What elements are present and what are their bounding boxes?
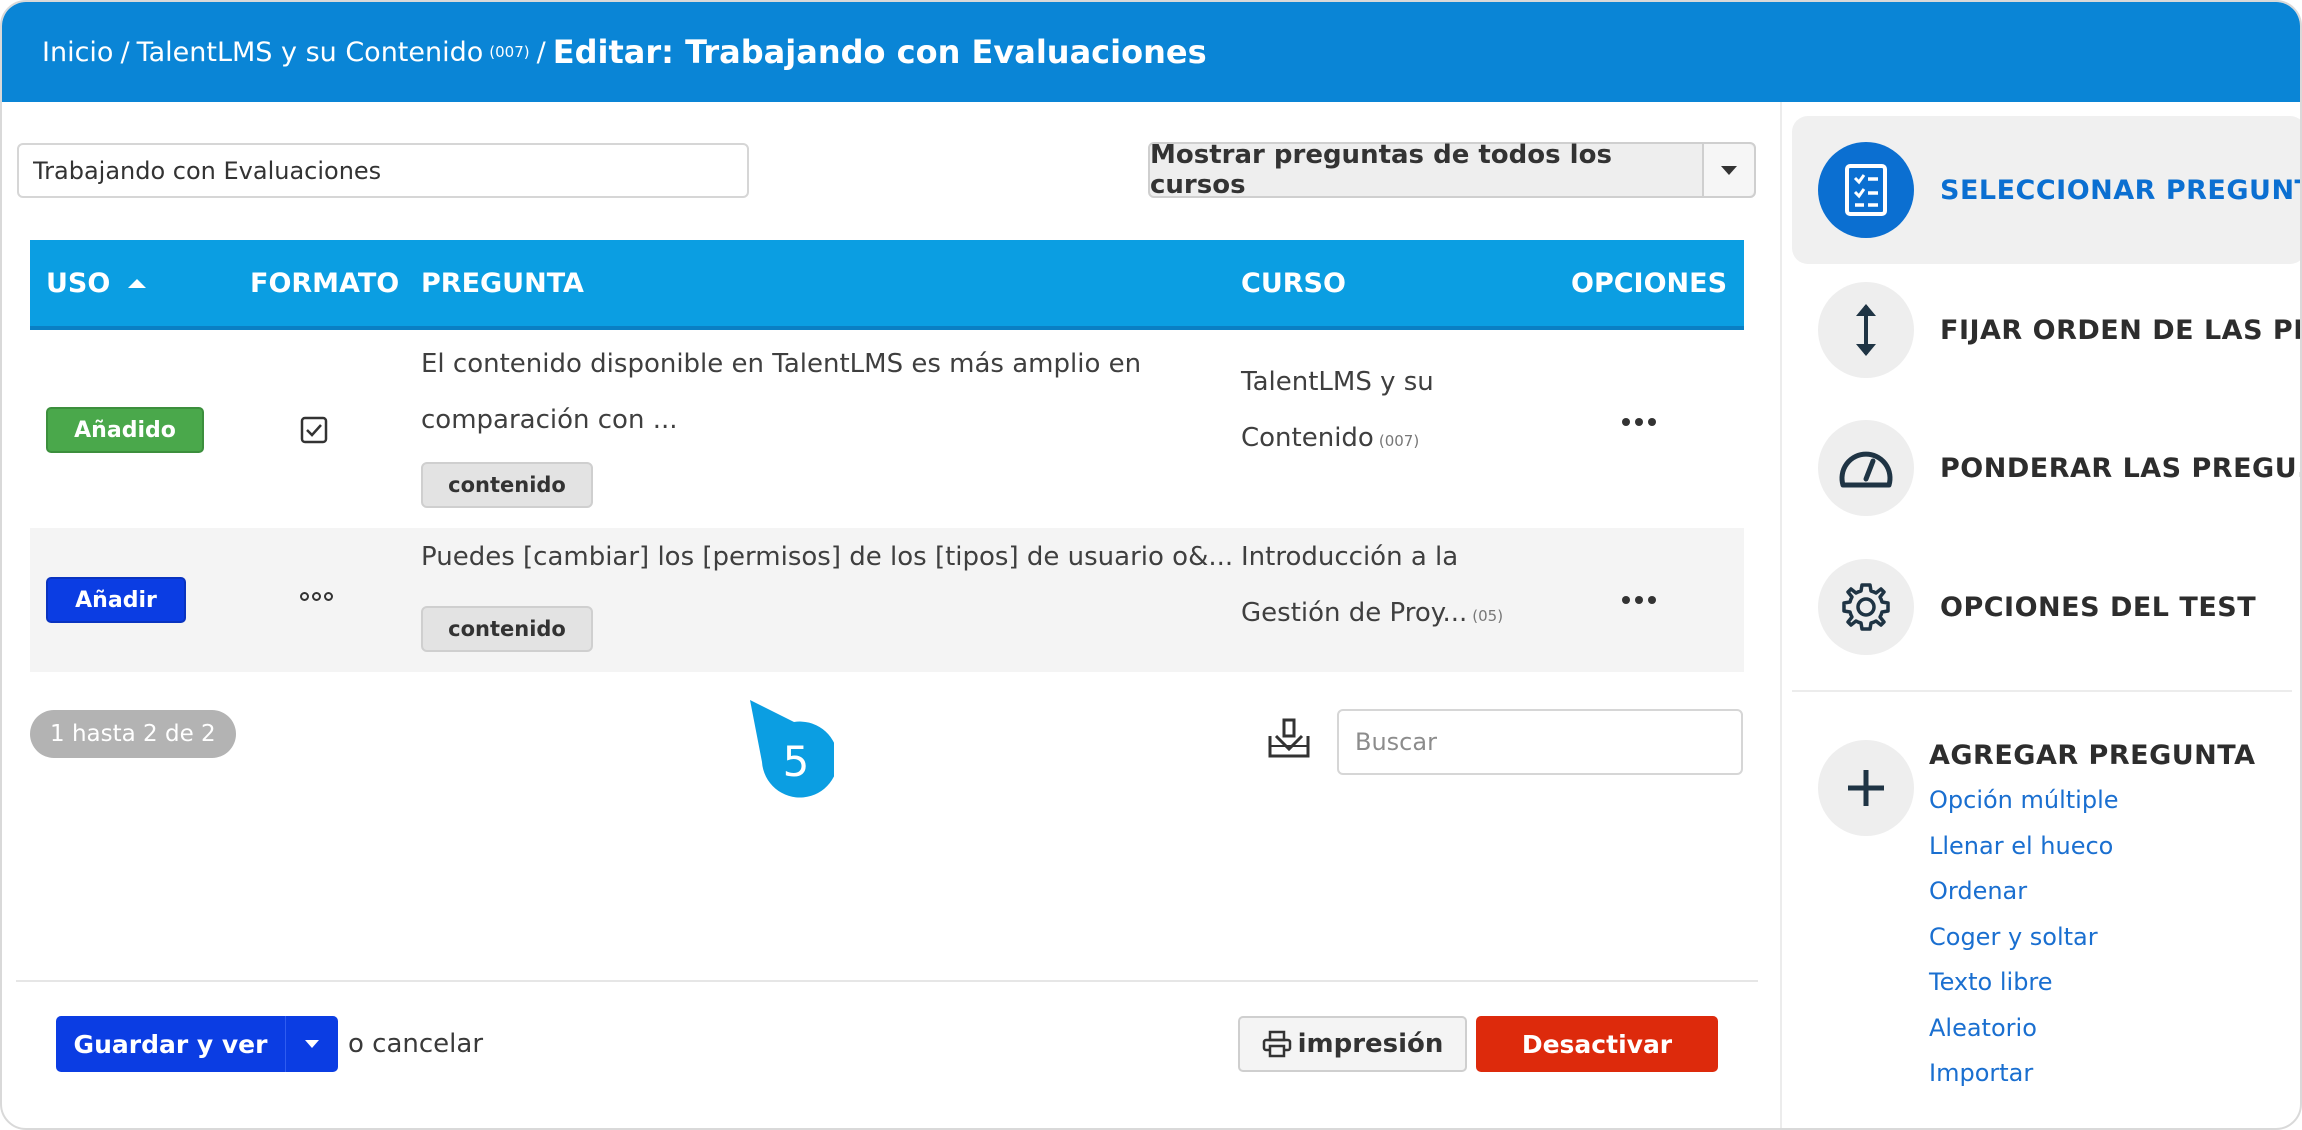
column-header-pregunta[interactable]: PREGUNTA: [421, 240, 584, 326]
footer-divider: [16, 980, 1758, 982]
gear-icon: [1818, 559, 1914, 655]
breadcrumb-separator: /: [120, 36, 130, 68]
show-questions-label[interactable]: Mostrar preguntas de todos los cursos: [1150, 140, 1704, 200]
column-header-opciones: OPCIONES: [1571, 267, 1728, 299]
download-icon[interactable]: [1266, 716, 1312, 760]
question-course: TalentLMS y su Contenido (007): [1241, 367, 1434, 453]
column-header-formato[interactable]: FORMATO: [250, 240, 399, 326]
question-tag[interactable]: contenido: [421, 606, 593, 652]
show-questions-dropdown[interactable]: Mostrar preguntas de todos los cursos: [1148, 140, 1756, 200]
question-type-free-text-link[interactable]: Texto libre: [1929, 968, 2119, 1014]
row-options-icon[interactable]: [1622, 596, 1656, 604]
breadcrumb: Inicio / TalentLMS y su Contenido (007) …: [2, 2, 2300, 102]
table-row: Añadir Puedes [cambiar] los [permisos] d…: [30, 528, 1744, 672]
question-type-drag-drop-link[interactable]: Coger y soltar: [1929, 923, 2119, 969]
sidebar-item-label[interactable]: SELECCIONAR PREGUNT...: [1940, 175, 2300, 206]
app-frame: Inicio / TalentLMS y su Contenido (007) …: [0, 0, 2302, 1130]
checkbox-icon: [300, 416, 328, 444]
test-title-input[interactable]: [17, 143, 749, 198]
sidebar-item-label[interactable]: PONDERAR LAS PREGU...: [1940, 453, 2300, 484]
question-type-multiple-choice-link[interactable]: Opción múltiple: [1929, 786, 2119, 832]
chevron-down-icon[interactable]: [1704, 144, 1754, 196]
deactivate-button[interactable]: Desactivar: [1476, 1016, 1718, 1072]
breadcrumb-home-link[interactable]: Inicio: [42, 37, 113, 68]
step-callout-marker: 5: [750, 700, 834, 798]
question-type-import-link[interactable]: Importar: [1929, 1059, 2119, 1105]
table-header: USO FORMATO PREGUNTA CURSO OPCIONES: [30, 240, 1744, 330]
sidebar-divider: [1792, 690, 2292, 692]
question-list-icon: [1818, 142, 1914, 238]
breadcrumb-course-link[interactable]: TalentLMS y su Contenido: [137, 37, 484, 68]
save-and-view-button[interactable]: Guardar y ver: [56, 1016, 338, 1072]
sidebar-item-weight-questions[interactable]: PONDERAR LAS PREGU...: [1792, 394, 2300, 542]
question-type-ordering-link[interactable]: Ordenar: [1929, 877, 2119, 923]
row-options-icon[interactable]: [1622, 418, 1656, 426]
step-number: 5: [783, 737, 810, 786]
table-row: Añadido El contenido disponible en Talen…: [30, 334, 1744, 528]
chevron-down-icon[interactable]: [286, 1016, 338, 1072]
column-header-curso[interactable]: CURSO: [1241, 240, 1346, 326]
search-input[interactable]: [1337, 709, 1743, 775]
sidebar-item-test-options[interactable]: OPCIONES DEL TEST: [1792, 533, 2300, 681]
ordering-icon: [300, 592, 333, 601]
sidebar-item-label[interactable]: FIJAR ORDEN DE LAS PR...: [1940, 315, 2300, 346]
gauge-icon: [1818, 420, 1914, 516]
question-text[interactable]: El contenido disponible en TalentLMS es …: [421, 336, 1201, 448]
sidebar: SELECCIONAR PREGUNT... FIJAR ORDEN DE LA…: [1780, 102, 2300, 1128]
pagination-info: 1 hasta 2 de 2: [30, 710, 236, 758]
question-type-random-link[interactable]: Aleatorio: [1929, 1014, 2119, 1060]
add-question-title: AGREGAR PREGUNTA: [1929, 740, 2256, 771]
sidebar-item-select-questions[interactable]: SELECCIONAR PREGUNT...: [1792, 116, 2300, 264]
print-button[interactable]: impresión: [1238, 1016, 1467, 1072]
question-type-fill-gap-link[interactable]: Llenar el hueco: [1929, 832, 2119, 878]
page-title: Editar: Trabajando con Evaluaciones: [552, 33, 1207, 71]
add-question-badge-button[interactable]: Añadir: [46, 577, 186, 623]
printer-icon: [1262, 1030, 1291, 1058]
vertical-arrows-icon: [1818, 282, 1914, 378]
save-and-view-label[interactable]: Guardar y ver: [56, 1016, 286, 1072]
question-type-list: Opción múltiple Llenar el hueco Ordenar …: [1929, 786, 2119, 1105]
sidebar-item-set-order[interactable]: FIJAR ORDEN DE LAS PR...: [1792, 256, 2300, 404]
breadcrumb-separator: /: [536, 36, 546, 68]
plus-icon[interactable]: [1818, 740, 1914, 836]
sidebar-item-label[interactable]: OPCIONES DEL TEST: [1940, 592, 2256, 623]
cancel-link[interactable]: o cancelar: [348, 1016, 483, 1072]
question-tag[interactable]: contenido: [421, 462, 593, 508]
print-label[interactable]: impresión: [1298, 1029, 1444, 1059]
question-text[interactable]: Puedes [cambiar] los [permisos] de los […: [421, 529, 1233, 585]
column-header-uso[interactable]: USO: [46, 240, 147, 326]
main-panel: Mostrar preguntas de todos los cursos US…: [2, 102, 1780, 1128]
question-course: Introducción a la Gestión de Proy... (05): [1241, 542, 1504, 628]
added-status-badge[interactable]: Añadido: [46, 407, 204, 453]
sort-ascending-icon: [128, 278, 147, 288]
breadcrumb-course-code: (007): [489, 43, 530, 61]
